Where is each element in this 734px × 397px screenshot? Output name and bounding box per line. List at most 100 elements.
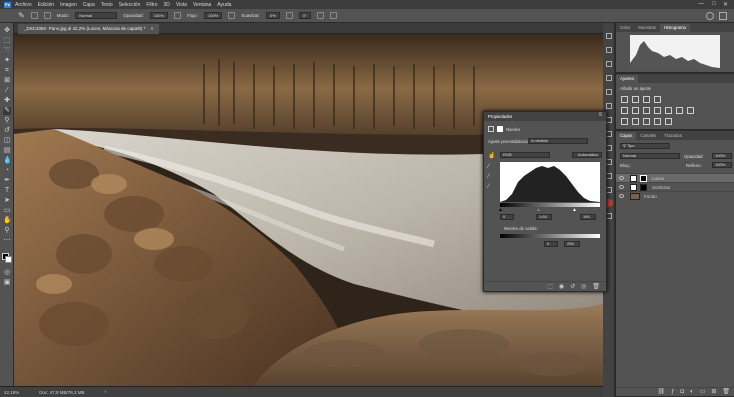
posterize-icon[interactable] xyxy=(632,118,639,125)
brush-settings-icon[interactable] xyxy=(43,12,51,19)
link-layers-icon[interactable]: ⛓ xyxy=(657,388,665,396)
layer-row[interactable]: Fondo xyxy=(616,191,734,200)
pen-tool-icon[interactable]: ✒ xyxy=(3,177,11,185)
more-tools-icon[interactable]: ⋯ xyxy=(3,237,11,245)
white-input-field[interactable]: 190 xyxy=(580,214,596,220)
crop-tool-icon[interactable]: ⌗ xyxy=(3,67,11,75)
menu-vista[interactable]: Vista xyxy=(176,2,187,8)
hue-saturation-icon[interactable] xyxy=(632,107,639,114)
photo-filter-icon[interactable] xyxy=(665,107,672,114)
layer-row[interactable]: Sombras xyxy=(616,182,734,191)
reset-icon[interactable]: ↺ xyxy=(570,282,575,291)
minimize-icon[interactable]: — xyxy=(698,1,704,7)
paragraph-panel-icon[interactable] xyxy=(606,103,612,109)
clone-stamp-tool-icon[interactable]: ⚲ xyxy=(3,117,11,125)
path-select-tool-icon[interactable]: ➤ xyxy=(3,197,11,205)
brush-tool-icon[interactable]: ✎ xyxy=(18,11,25,20)
status-arrow-icon[interactable]: › xyxy=(105,389,107,395)
layer-filter-select[interactable]: ⚲ Tipo xyxy=(620,143,670,149)
layer-row[interactable]: Luces xyxy=(616,173,734,182)
layer-opacity-field[interactable]: 100% xyxy=(712,153,732,159)
hand-tool-icon[interactable]: ✋ xyxy=(3,217,12,225)
close-tab-icon[interactable]: × xyxy=(151,26,154,31)
frame-tool-icon[interactable]: ⊠ xyxy=(3,77,11,85)
black-point-eyedropper-icon[interactable]: ⁄ xyxy=(488,164,489,170)
move-tool-icon[interactable]: ✥ xyxy=(3,27,11,35)
tab-color[interactable]: Color xyxy=(616,24,634,32)
levels-icon[interactable] xyxy=(632,96,639,103)
eraser-tool-icon[interactable]: ◫ xyxy=(3,137,11,145)
preset-select[interactable]: A medida xyxy=(528,138,588,144)
gamma-input-field[interactable]: 1,64 xyxy=(536,214,552,220)
document-tab[interactable]: _DSC4082- Pano.jpg al 42,2% (Luces, Másc… xyxy=(18,24,160,34)
search-icon[interactable] xyxy=(706,12,714,20)
add-mask-icon[interactable]: ◘ xyxy=(680,388,684,396)
brushes-panel-icon[interactable] xyxy=(606,75,612,81)
visibility-eye-icon[interactable] xyxy=(619,185,624,189)
menu-3d[interactable]: 3D xyxy=(164,2,170,8)
panel-menu-icon[interactable]: ≡ xyxy=(598,112,602,118)
visibility-eye-icon[interactable] xyxy=(619,176,624,180)
color-lookup-icon[interactable] xyxy=(687,107,694,114)
menu-edicion[interactable]: Edición xyxy=(38,2,54,8)
white-output-field[interactable]: 255 xyxy=(564,241,580,247)
tab-paths[interactable]: Trazados xyxy=(660,132,686,140)
gray-point-eyedropper-icon[interactable]: ⁄ xyxy=(488,174,489,180)
brightness-contrast-icon[interactable] xyxy=(621,96,628,103)
brush-tool-active-icon[interactable]: ✎ xyxy=(3,107,11,115)
info-panel-icon[interactable] xyxy=(606,61,612,67)
new-adjustment-icon[interactable]: ◐ xyxy=(690,388,694,396)
mask-properties-icon[interactable] xyxy=(497,126,503,132)
white-input-handle[interactable]: ▲ xyxy=(572,207,577,213)
tab-adjustments[interactable]: Ajustes xyxy=(616,75,639,83)
exposure-icon[interactable] xyxy=(654,96,661,103)
layer-name[interactable]: Fondo xyxy=(644,192,657,201)
curves-icon[interactable] xyxy=(643,96,650,103)
blend-mode-select[interactable]: Normal xyxy=(620,153,680,159)
angle-field[interactable]: 0° xyxy=(298,12,311,19)
selective-color-icon[interactable] xyxy=(665,118,672,125)
eyedropper-tool-icon[interactable]: ⁄ xyxy=(3,87,11,95)
pressure-opacity-icon[interactable] xyxy=(173,12,181,19)
delete-adjustment-icon[interactable]: 🗑 xyxy=(592,282,600,291)
input-levels-slider[interactable] xyxy=(500,203,600,207)
background-color-swatch[interactable] xyxy=(5,256,12,263)
tab-layers[interactable]: Capas xyxy=(616,132,637,140)
black-output-field[interactable]: 0 xyxy=(544,241,558,247)
lasso-tool-icon[interactable]: ➰ xyxy=(3,47,12,55)
black-input-field[interactable]: 0 xyxy=(500,214,514,220)
auto-button[interactable]: Automático xyxy=(572,152,602,158)
airbrush-icon[interactable] xyxy=(228,12,236,19)
tab-swatches[interactable]: Muestras xyxy=(634,24,660,32)
actions-panel-icon[interactable] xyxy=(606,47,612,53)
fill-field[interactable]: 100% xyxy=(712,162,732,168)
channel-mixer-icon[interactable] xyxy=(676,107,683,114)
invert-icon[interactable] xyxy=(621,118,628,125)
type-tool-icon[interactable]: T xyxy=(3,187,11,195)
visibility-eye-icon[interactable] xyxy=(619,194,624,198)
quick-select-tool-icon[interactable]: ✦ xyxy=(3,57,11,65)
gradient-tool-icon[interactable]: ▤ xyxy=(3,147,11,155)
blur-tool-icon[interactable]: 💧 xyxy=(3,157,12,165)
brush-preset-icon[interactable] xyxy=(30,12,38,19)
new-group-icon[interactable]: ▭ xyxy=(700,388,706,396)
hand-adjust-icon[interactable]: ☝ xyxy=(488,152,495,159)
opacity-field[interactable]: 100% xyxy=(149,12,168,19)
output-levels-slider[interactable] xyxy=(500,234,600,238)
menu-ventana[interactable]: Ventana xyxy=(193,2,211,8)
black-white-icon[interactable] xyxy=(654,107,661,114)
smoothing-options-icon[interactable] xyxy=(285,12,293,19)
tab-histogram[interactable]: Histograma xyxy=(659,24,690,32)
new-layer-icon[interactable]: ⊞ xyxy=(711,388,716,396)
gamma-input-handle[interactable]: ▲ xyxy=(536,207,541,213)
white-point-eyedropper-icon[interactable]: ⁄ xyxy=(488,184,489,190)
color-balance-icon[interactable] xyxy=(643,107,650,114)
menu-texto[interactable]: Texto xyxy=(101,2,113,8)
delete-layer-icon[interactable]: 🗑 xyxy=(722,388,730,396)
view-previous-icon[interactable]: ◉ xyxy=(559,282,564,291)
gradient-map-icon[interactable] xyxy=(654,118,661,125)
menu-archivo[interactable]: Archivo xyxy=(15,2,32,8)
black-input-handle[interactable]: ▲ xyxy=(498,207,503,213)
menu-ayuda[interactable]: Ayuda xyxy=(217,2,231,8)
layer-style-icon[interactable]: ƒ xyxy=(671,388,674,396)
